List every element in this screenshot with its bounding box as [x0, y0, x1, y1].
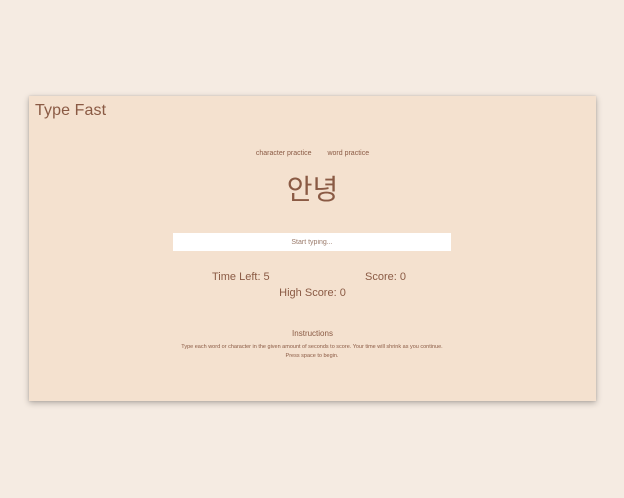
- high-score: High Score: 0: [279, 287, 346, 299]
- time-left: Time Left: 5: [212, 271, 270, 283]
- app-title: Type Fast: [35, 102, 107, 119]
- mode-selector: character practice word practice: [29, 150, 596, 157]
- game-card: Type Fast character practice word practi…: [29, 96, 596, 401]
- current-prompt: 안녕: [286, 173, 339, 206]
- character-practice-link[interactable]: character practice: [256, 150, 312, 157]
- score: Score: 0: [365, 271, 406, 283]
- instructions-title: Instructions: [292, 329, 333, 338]
- instructions-text: Type each word or character in the given…: [181, 344, 443, 359]
- word-practice-link[interactable]: word practice: [327, 150, 369, 157]
- typing-input[interactable]: [173, 233, 451, 251]
